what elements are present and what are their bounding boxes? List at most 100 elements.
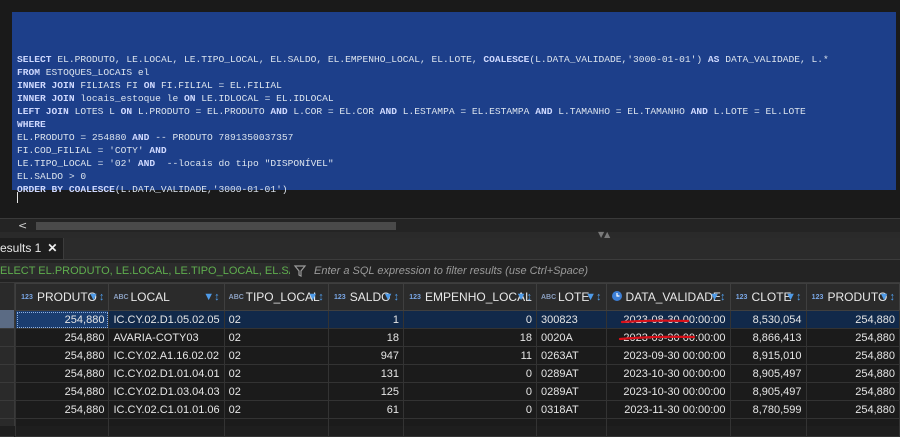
- table-cell[interactable]: 8,530,054: [729, 310, 807, 329]
- column-filter-sort-icon[interactable]: ▼↕: [516, 291, 532, 303]
- table-cell[interactable]: 125: [327, 382, 405, 401]
- table-cell[interactable]: IC.CY.02.D1.01.04.01: [108, 364, 225, 383]
- table-cell[interactable]: 2023-11-30 00:00:00: [605, 400, 731, 419]
- results-grid[interactable]: 123 PRODUTO ▼↕ ABC LOCAL ▼↕ ABC TIPO_LOCAL ▼↕ 123…: [0, 283, 900, 437]
- column-filter-sort-icon[interactable]: ▼↕: [709, 291, 725, 303]
- table-cell[interactable]: 8,866,413: [729, 328, 807, 347]
- column-header[interactable]: 123 SALDO ▼↕: [327, 283, 405, 311]
- row-header[interactable]: [0, 382, 14, 401]
- table-cell[interactable]: 254,880: [14, 346, 110, 365]
- table-cell[interactable]: 0289AT: [535, 364, 607, 383]
- table-row[interactable]: 254,880 IC.CY.02.D1.03.04.03 02 125 0 0289AT 2…: [14, 382, 900, 401]
- row-header[interactable]: [0, 328, 14, 347]
- table-cell[interactable]: 254,880: [805, 346, 900, 365]
- column-header[interactable]: 123 PRODUTO ▼↕: [805, 283, 900, 311]
- table-cell[interactable]: 02: [223, 364, 329, 383]
- table-cell[interactable]: 18: [403, 328, 537, 347]
- row-header-strip[interactable]: [0, 283, 15, 437]
- column-header[interactable]: 123 PRODUTO ▼↕: [14, 283, 110, 311]
- table-cell[interactable]: 254,880: [805, 310, 900, 329]
- table-cell[interactable]: 0: [403, 400, 537, 419]
- table-row[interactable]: 254,880 IC.CY.02.D1.01.04.01 02 131 0 0289AT 2…: [14, 364, 900, 383]
- table-row[interactable]: 254,880 IC.CY.02.C1.01.01.06 02 61 0 0318AT 20…: [14, 400, 900, 419]
- table-row[interactable]: 254,880 IC.CY.02.A1.16.02.02 02 947 11 0263AT…: [14, 346, 900, 365]
- table-cell[interactable]: 02: [223, 310, 329, 329]
- table-cell[interactable]: 254,880: [14, 328, 110, 347]
- column-header[interactable]: DATA_VALIDADE ▼↕: [605, 283, 731, 311]
- table-cell[interactable]: 61: [327, 400, 405, 419]
- table-cell[interactable]: 02: [223, 400, 329, 419]
- column-filter-sort-icon[interactable]: ▼↕: [307, 291, 323, 303]
- table-cell[interactable]: 131: [327, 364, 405, 383]
- table-cell[interactable]: 11: [403, 346, 537, 365]
- table-row[interactable]: 254,880 AVARIA-COTY03 02 18 18 0020A 2023-09-3…: [14, 328, 900, 347]
- column-header[interactable]: 123 EMPENHO_LOCAL ▼↕: [403, 283, 537, 311]
- sql-editor[interactable]: SELECT EL.PRODUTO, LE.LOCAL, LE.TIPO_LOC…: [0, 0, 900, 218]
- column-header[interactable]: ABC LOTE ▼↕: [535, 283, 607, 311]
- table-cell[interactable]: 8,905,497: [729, 364, 807, 383]
- column-filter-sort-icon[interactable]: ▼↕: [785, 291, 801, 303]
- table-cell[interactable]: 254,880: [14, 400, 110, 419]
- table-cell[interactable]: 254,880: [805, 382, 900, 401]
- table-cell[interactable]: 2023-09-30 00:00:00: [605, 346, 731, 365]
- table-cell[interactable]: 8,915,010: [729, 346, 807, 365]
- table-cell[interactable]: 8,780,599: [729, 400, 807, 419]
- table-cell[interactable]: 0318AT: [535, 400, 607, 419]
- filter-query-history[interactable]: ELECT EL.PRODUTO, LE.LOCAL, LE.TIPO_LOCA…: [0, 263, 290, 279]
- table-cell[interactable]: 0: [403, 382, 537, 401]
- table-cell[interactable]: AVARIA-COTY03: [108, 328, 225, 347]
- table-cell[interactable]: IC.CY.02.C1.01.01.06: [108, 400, 225, 419]
- table-cell[interactable]: 254,880: [805, 328, 900, 347]
- table-cell[interactable]: 947: [327, 346, 405, 365]
- column-filter-sort-icon[interactable]: ▼↕: [383, 291, 399, 303]
- filter-input[interactable]: [310, 263, 900, 279]
- scroll-left-icon[interactable]: <: [18, 219, 27, 232]
- row-header[interactable]: [0, 310, 14, 329]
- results-tab[interactable]: esults 1 ✕: [0, 238, 65, 259]
- table-cell[interactable]: 8,905,497: [729, 382, 807, 401]
- table-cell[interactable]: 02: [223, 328, 329, 347]
- row-header[interactable]: [0, 283, 14, 311]
- row-header[interactable]: [0, 418, 14, 437]
- table-cell[interactable]: IC.CY.02.D1.05.02.05: [108, 310, 225, 329]
- table-cell[interactable]: 254,880: [805, 400, 900, 419]
- scrollbar-thumb[interactable]: [36, 222, 396, 230]
- table-cell[interactable]: 2023-10-30 00:00:00: [605, 382, 731, 401]
- table-cell[interactable]: 254,880: [14, 382, 110, 401]
- row-header[interactable]: [0, 400, 14, 419]
- results-table[interactable]: 123 PRODUTO ▼↕ ABC LOCAL ▼↕ ABC TIPO_LOCAL ▼↕ 123…: [14, 283, 900, 437]
- editor-horizontal-scrollbar[interactable]: <: [0, 218, 900, 233]
- column-header[interactable]: ABC TIPO_LOCAL ▼↕: [223, 283, 329, 311]
- table-cell[interactable]: 2023-08-30 00:00:00: [605, 310, 731, 329]
- table-cell[interactable]: 0: [403, 310, 537, 329]
- table-cell[interactable]: 18: [327, 328, 405, 347]
- column-filter-sort-icon[interactable]: ▼↕: [585, 291, 601, 303]
- table-cell[interactable]: 02: [223, 382, 329, 401]
- table-cell[interactable]: 0289AT: [535, 382, 607, 401]
- table-cell[interactable]: 0: [403, 364, 537, 383]
- filter-icon[interactable]: [293, 264, 307, 278]
- sql-code[interactable]: SELECT EL.PRODUTO, LE.LOCAL, LE.TIPO_LOC…: [17, 53, 829, 196]
- table-row[interactable]: 254,880 IC.CY.02.D1.05.02.05 02 1 0 300823 202…: [14, 310, 900, 329]
- close-icon[interactable]: ✕: [47, 238, 57, 259]
- row-header[interactable]: [0, 364, 14, 383]
- table-cell[interactable]: 254,880: [14, 364, 110, 383]
- table-cell[interactable]: 02: [223, 346, 329, 365]
- row-header[interactable]: [0, 346, 14, 365]
- column-header[interactable]: ABC LOCAL ▼↕: [108, 283, 225, 311]
- column-filter-sort-icon[interactable]: ▼↕: [203, 291, 219, 303]
- table-cell[interactable]: 0020A: [535, 328, 607, 347]
- table-cell[interactable]: 254,880: [805, 364, 900, 383]
- column-filter-sort-icon[interactable]: ▼↕: [88, 291, 104, 303]
- column-header-content: 123 EMPENHO_LOCAL: [408, 290, 532, 304]
- table-cell[interactable]: 254,880: [14, 310, 110, 329]
- column-filter-sort-icon[interactable]: ▼↕: [879, 291, 895, 303]
- column-header[interactable]: 123 CLOTE ▼↕: [729, 283, 807, 311]
- table-cell[interactable]: IC.CY.02.A1.16.02.02: [108, 346, 225, 365]
- table-cell[interactable]: IC.CY.02.D1.03.04.03: [108, 382, 225, 401]
- table-cell[interactable]: 300823: [535, 310, 607, 329]
- table-cell[interactable]: 2023-10-30 00:00:00: [605, 364, 731, 383]
- table-cell[interactable]: 0263AT: [535, 346, 607, 365]
- table-cell[interactable]: 2023-09-30 00:00:00: [605, 328, 731, 347]
- table-cell[interactable]: 1: [327, 310, 405, 329]
